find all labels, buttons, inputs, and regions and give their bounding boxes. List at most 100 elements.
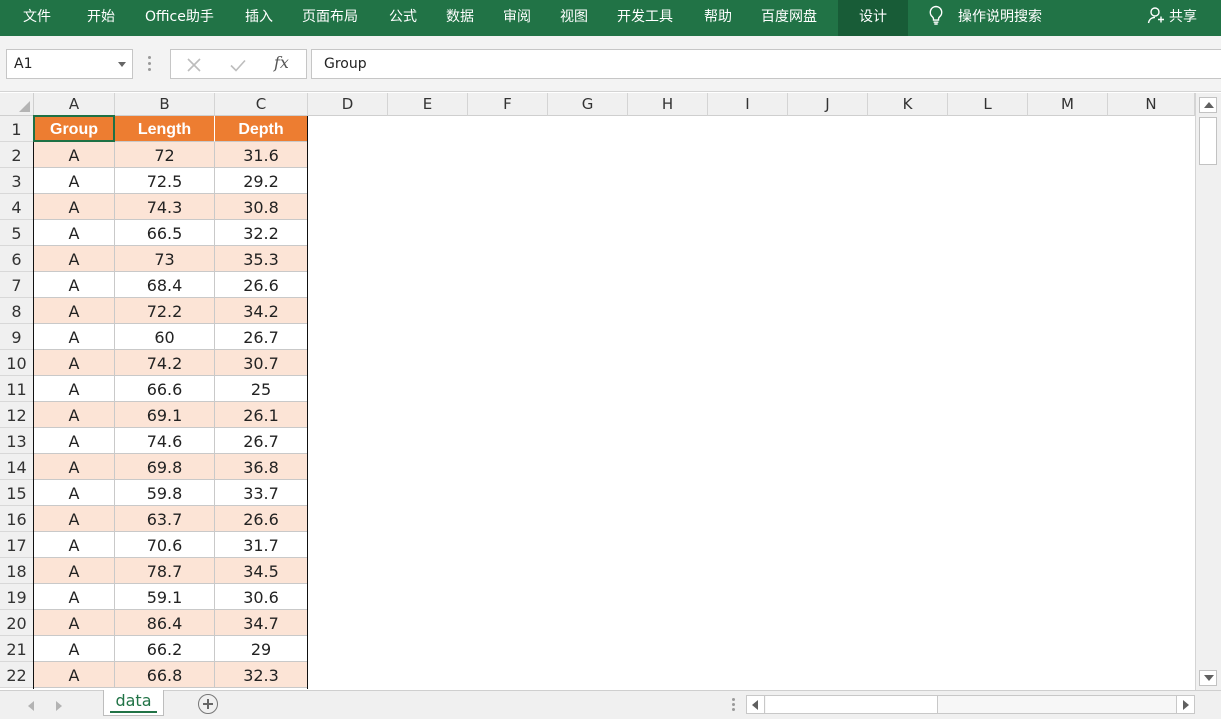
table-cell-a[interactable]: A	[34, 558, 115, 584]
spreadsheet-grid[interactable]: A B C D E F G H I J K L M N 1 2 3 4 5 6 7 8 9 10 11 12 13 14 15 16 17 1…	[0, 93, 1195, 689]
table-cell-a[interactable]: A	[34, 272, 115, 298]
tab-home[interactable]: 开始	[87, 0, 115, 36]
row-header-6[interactable]: 6	[0, 246, 34, 272]
vertical-scrollbar[interactable]	[1195, 93, 1221, 690]
tab-view[interactable]: 视图	[560, 0, 588, 36]
row-header-9[interactable]: 9	[0, 324, 34, 350]
scroll-up-button[interactable]	[1199, 97, 1217, 113]
table-cell-c[interactable]: 30.8	[215, 194, 308, 220]
table-cell-c[interactable]: 31.7	[215, 532, 308, 558]
resize-grip-icon[interactable]	[147, 56, 153, 72]
row-header-20[interactable]: 20	[0, 610, 34, 636]
table-cell-a[interactable]: A	[34, 220, 115, 246]
column-header-c[interactable]: C	[215, 93, 308, 116]
table-cell-c[interactable]: 34.7	[215, 610, 308, 636]
column-header-m[interactable]: M	[1028, 93, 1108, 116]
tell-me-search[interactable]: 操作说明搜索	[928, 0, 1042, 36]
table-cell-a[interactable]: A	[34, 662, 115, 688]
row-header-8[interactable]: 8	[0, 298, 34, 324]
table-cell-c[interactable]: 25	[215, 376, 308, 402]
table-cell-c[interactable]: 36.8	[215, 454, 308, 480]
table-cell-b[interactable]: 66.8	[115, 662, 215, 688]
scroll-right-button[interactable]	[1176, 696, 1194, 713]
tab-review[interactable]: 审阅	[503, 0, 531, 36]
table-header-cell[interactable]: Length	[115, 116, 215, 142]
table-cell-a[interactable]: A	[34, 454, 115, 480]
table-cell-b[interactable]: 72.5	[115, 168, 215, 194]
table-cell-c[interactable]: 33.7	[215, 480, 308, 506]
tab-formulas[interactable]: 公式	[389, 0, 417, 36]
table-cell-c[interactable]: 26.7	[215, 324, 308, 350]
row-header-12[interactable]: 12	[0, 402, 34, 428]
next-sheet-icon[interactable]	[56, 701, 62, 711]
table-cell-c[interactable]: 30.7	[215, 350, 308, 376]
vertical-scroll-thumb[interactable]	[1199, 117, 1217, 165]
row-header-4[interactable]: 4	[0, 194, 34, 220]
table-cell-a[interactable]: A	[34, 194, 115, 220]
table-cell-c[interactable]: 32.2	[215, 220, 308, 246]
table-cell-a[interactable]: A	[34, 480, 115, 506]
add-sheet-icon[interactable]	[198, 694, 218, 714]
table-cell-b[interactable]: 66.5	[115, 220, 215, 246]
enter-check-icon[interactable]	[227, 54, 249, 76]
tab-developer[interactable]: 开发工具	[617, 0, 673, 36]
tab-insert[interactable]: 插入	[245, 0, 273, 36]
prev-sheet-icon[interactable]	[28, 701, 34, 711]
table-cell-b[interactable]: 63.7	[115, 506, 215, 532]
select-all-corner[interactable]	[0, 93, 34, 116]
name-box[interactable]: A1	[6, 49, 133, 79]
horizontal-scrollbar[interactable]	[746, 695, 1195, 714]
table-cell-c[interactable]: 31.6	[215, 142, 308, 168]
tab-file[interactable]: 文件	[23, 0, 51, 36]
share-button[interactable]: 共享	[1147, 0, 1197, 36]
table-cell-b[interactable]: 66.2	[115, 636, 215, 662]
table-cell-b[interactable]: 74.2	[115, 350, 215, 376]
table-cell-a[interactable]: A	[34, 350, 115, 376]
row-header-15[interactable]: 15	[0, 480, 34, 506]
table-cell-b[interactable]: 68.4	[115, 272, 215, 298]
column-header-e[interactable]: E	[388, 93, 468, 116]
row-header-17[interactable]: 17	[0, 532, 34, 558]
column-header-g[interactable]: G	[548, 93, 628, 116]
row-header-3[interactable]: 3	[0, 168, 34, 194]
column-header-j[interactable]: J	[788, 93, 868, 116]
horizontal-scroll-thumb[interactable]	[766, 696, 938, 713]
table-header-cell[interactable]: Depth	[215, 116, 308, 142]
table-cell-a[interactable]: A	[34, 584, 115, 610]
table-cell-a[interactable]: A	[34, 428, 115, 454]
tab-design[interactable]: 设计	[838, 0, 908, 36]
row-header-16[interactable]: 16	[0, 506, 34, 532]
table-cell-c[interactable]: 26.1	[215, 402, 308, 428]
row-header-5[interactable]: 5	[0, 220, 34, 246]
table-cell-a[interactable]: A	[34, 246, 115, 272]
table-cell-a[interactable]: A	[34, 142, 115, 168]
table-cell-b[interactable]: 74.6	[115, 428, 215, 454]
table-cell-b[interactable]: 72.2	[115, 298, 215, 324]
column-header-k[interactable]: K	[868, 93, 948, 116]
table-cell-c[interactable]: 30.6	[215, 584, 308, 610]
column-header-b[interactable]: B	[115, 93, 215, 116]
table-cell-a[interactable]: A	[34, 506, 115, 532]
tab-help[interactable]: 帮助	[704, 0, 732, 36]
scroll-split-grip-icon[interactable]	[732, 698, 736, 712]
row-header-11[interactable]: 11	[0, 376, 34, 402]
row-header-19[interactable]: 19	[0, 584, 34, 610]
table-cell-b[interactable]: 78.7	[115, 558, 215, 584]
tab-baidu-netdisk[interactable]: 百度网盘	[761, 0, 817, 36]
row-header-22[interactable]: 22	[0, 662, 34, 688]
table-header-cell[interactable]: Group	[34, 116, 115, 142]
row-header-2[interactable]: 2	[0, 142, 34, 168]
table-cell-b[interactable]: 86.4	[115, 610, 215, 636]
table-cell-b[interactable]: 69.1	[115, 402, 215, 428]
column-header-l[interactable]: L	[948, 93, 1028, 116]
table-cell-c[interactable]: 34.5	[215, 558, 308, 584]
column-header-n[interactable]: N	[1108, 93, 1195, 116]
table-cell-a[interactable]: A	[34, 636, 115, 662]
table-cell-a[interactable]: A	[34, 324, 115, 350]
scroll-left-button[interactable]	[747, 696, 765, 713]
table-cell-c[interactable]: 35.3	[215, 246, 308, 272]
table-cell-b[interactable]: 59.8	[115, 480, 215, 506]
table-cell-c[interactable]: 26.6	[215, 272, 308, 298]
table-cell-a[interactable]: A	[34, 376, 115, 402]
column-header-d[interactable]: D	[308, 93, 388, 116]
